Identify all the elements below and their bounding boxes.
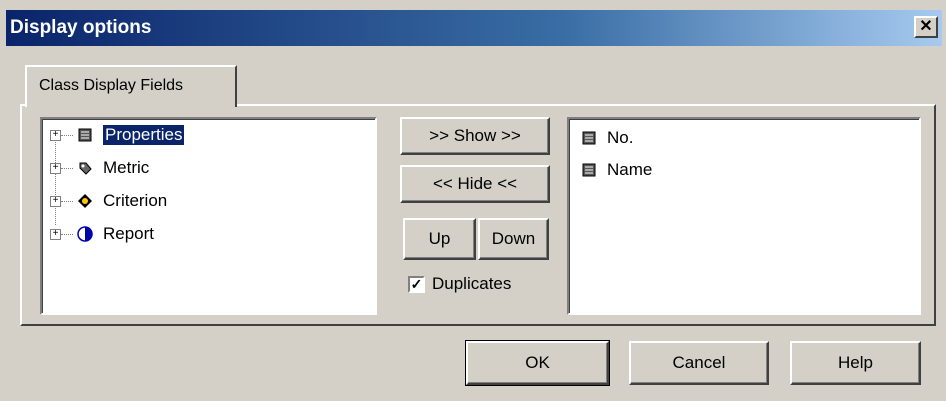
metric-icon [77,160,93,176]
help-button[interactable]: Help [790,341,921,385]
tree-line [61,134,73,136]
tree-item-metric[interactable]: + Metric [50,155,149,181]
properties-icon [77,127,93,143]
tree-item-label: Criterion [103,191,168,210]
duplicates-checkbox[interactable]: ✓ [408,276,425,293]
list-item[interactable]: No. [581,125,633,151]
close-button[interactable]: ✕ [914,16,938,38]
list-item-label: No. [607,128,634,147]
down-button[interactable]: Down [478,218,549,260]
field-tree[interactable]: + Properties + Metric + Criterion + Repo… [40,117,377,315]
expand-icon[interactable]: + [50,162,61,174]
ok-button[interactable]: OK [465,340,610,386]
list-item-label: Name [607,160,653,179]
display-options-dialog: Display options ✕ Class Display Fields +… [0,0,946,401]
tree-item-label: Report [103,224,155,243]
tree-item-report[interactable]: + Report [50,221,154,247]
expand-icon[interactable]: + [50,195,61,207]
tree-item-label: Metric [103,158,150,177]
list-item[interactable]: Name [581,157,652,183]
cancel-button[interactable]: Cancel [629,341,769,385]
tree-line [61,233,73,235]
criterion-icon [77,193,93,209]
field-icon [581,130,597,146]
title-bar[interactable]: Display options ✕ [6,10,942,46]
tree-item-properties[interactable]: + Properties [50,122,186,148]
duplicates-label[interactable]: Duplicates [432,274,511,294]
show-button[interactable]: >> Show >> [400,117,550,155]
tree-line [61,167,73,169]
hide-button[interactable]: << Hide << [400,165,550,203]
expand-icon[interactable]: + [50,228,61,240]
up-button[interactable]: Up [403,218,476,260]
expand-icon[interactable]: + [50,129,61,141]
window-title: Display options [10,17,152,38]
tab-class-display-fields[interactable]: Class Display Fields [25,65,237,107]
tree-line [61,200,73,202]
field-icon [581,162,597,178]
tree-item-criterion[interactable]: + Criterion [50,188,167,214]
shown-fields-list[interactable]: No. Name [567,117,921,315]
tree-item-label: Properties [101,124,186,146]
report-icon [77,226,93,242]
